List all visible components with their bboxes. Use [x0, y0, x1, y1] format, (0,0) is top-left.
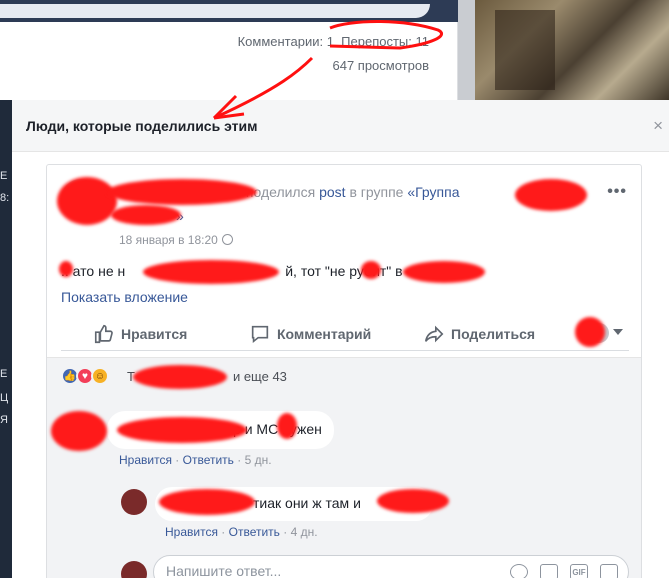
strip-text: Ц: [0, 392, 9, 404]
shares-count[interactable]: Перепосты: 11: [341, 34, 429, 49]
thumbs-up-icon: [94, 324, 113, 344]
redaction-mark: [575, 317, 605, 347]
redaction-mark: [59, 261, 73, 277]
scroll-strip: [458, 0, 475, 100]
redaction-mark: [111, 205, 181, 225]
background-photo: [475, 0, 669, 100]
strip-text: E: [0, 170, 8, 182]
reply-tools: GIF: [510, 564, 618, 578]
reply-box: GIF: [153, 555, 629, 578]
reply-reply-link[interactable]: Ответить: [229, 525, 280, 539]
redaction-mark: [277, 413, 297, 439]
comment-button[interactable]: Комментарий: [249, 323, 371, 345]
camera-icon[interactable]: [540, 564, 558, 578]
share-button[interactable]: Поделиться: [423, 323, 535, 345]
comment-meta: Нравится · Ответить · 5 дн.: [119, 453, 272, 467]
emoji-icon[interactable]: [510, 564, 528, 578]
redaction-mark: [403, 261, 485, 283]
redaction-mark: [143, 260, 279, 284]
reaction-icons: 👍 ♥ ☺: [61, 367, 109, 385]
shares-dialog: Люди, которые поделились этим × поделилс…: [12, 100, 669, 578]
background-post-header: [0, 0, 458, 22]
reply-meta: Нравится · Ответить · 4 дн.: [165, 525, 318, 539]
redaction-mark: [107, 179, 257, 205]
in-group-text: в группе: [349, 184, 404, 200]
strip-text: 8:: [0, 192, 10, 204]
redaction-mark: [133, 365, 227, 389]
show-attachment-link[interactable]: Показать вложение: [61, 289, 188, 305]
redaction-mark: [159, 489, 255, 515]
redaction-mark: [51, 411, 107, 451]
more-options-icon[interactable]: •••: [607, 183, 627, 201]
comment-like-link[interactable]: Нравится: [119, 453, 172, 467]
strip-text: Я: [0, 414, 8, 426]
redaction-mark: [57, 177, 117, 225]
share-icon: [424, 325, 444, 343]
gif-icon[interactable]: GIF: [570, 564, 588, 578]
post-link[interactable]: post: [319, 184, 345, 200]
post-actions: Нравится Комментарий Поделиться: [61, 315, 629, 351]
close-icon[interactable]: ×: [653, 116, 663, 136]
redaction-mark: [361, 261, 381, 279]
comments-count[interactable]: Комментарии: 1: [238, 34, 334, 49]
redaction-mark: [515, 179, 587, 211]
avatar[interactable]: [121, 489, 147, 515]
comment-reply-link[interactable]: Ответить: [183, 453, 234, 467]
redaction-mark: [377, 489, 449, 513]
reply-like-link[interactable]: Нравится: [165, 525, 218, 539]
globe-icon: [221, 234, 233, 245]
post-stats: Комментарии: 1 Перепосты: 11: [238, 34, 429, 49]
post-date[interactable]: 18 января в 18:20: [119, 233, 233, 247]
sticker-icon[interactable]: [600, 564, 618, 578]
comment-time[interactable]: 5 дн.: [245, 453, 272, 467]
strip-text: E: [0, 368, 8, 380]
chevron-down-icon[interactable]: [613, 329, 623, 335]
reply-input[interactable]: [166, 563, 486, 578]
comment-icon: [251, 325, 269, 344]
dialog-header: Люди, которые поделились этим ×: [12, 100, 669, 152]
left-background-strip: E 8: E Ц Я: [0, 100, 12, 578]
dialog-title: Люди, которые поделились этим: [26, 118, 258, 134]
like-button[interactable]: Нравится: [93, 323, 187, 345]
reply-time[interactable]: 4 дн.: [291, 525, 318, 539]
haha-reaction-icon: ☺: [91, 367, 109, 385]
views-count: 647 просмотров: [332, 58, 429, 73]
background-post: Комментарии: 1 Перепосты: 11 647 просмот…: [0, 0, 458, 100]
shared-post-card: поделился post в группе «Группаи » ••• 1…: [46, 164, 642, 578]
redaction-mark: [117, 417, 247, 443]
